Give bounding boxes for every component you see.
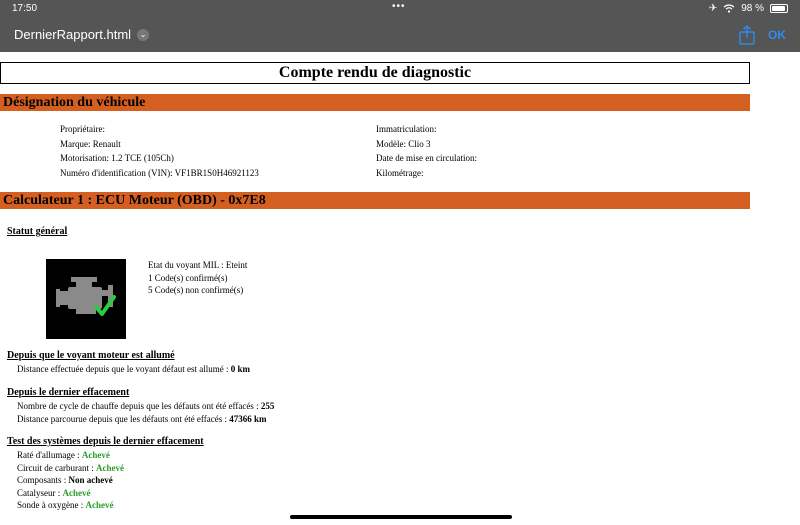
ok-button[interactable]: OK <box>768 28 786 42</box>
battery-icon <box>770 4 788 13</box>
test-label: Catalyseur : <box>17 487 63 498</box>
vehicle-info-right: Immatriculation: Modèle: Clio 3 Date de … <box>376 122 477 180</box>
test-components-row: Composants : Non achevé <box>17 474 124 487</box>
ecu-section-header: Calculateur 1 : ECU Moteur (OBD) - 0x7E8 <box>0 192 750 209</box>
vehicle-section-header: Désignation du véhicule <box>0 94 750 111</box>
unconfirmed-codes: 5 Code(s) non confirmé(s) <box>148 285 244 295</box>
distance-since-clear-label: Distance parcourue depuis que les défaut… <box>17 413 230 424</box>
vehicle-info-left: Propriétaire: Marque: Renault Motorisati… <box>60 122 259 180</box>
test-label: Circuit de carburant : <box>17 462 96 473</box>
test-label: Composants : <box>17 475 69 485</box>
warmup-cycles-label: Nombre de cycle de chauffe depuis que le… <box>17 401 261 411</box>
warmup-cycles-row: Nombre de cycle de chauffe depuis que le… <box>17 400 274 413</box>
vin-field: Numéro d'identification (VIN): VF1BR1S0H… <box>60 167 259 178</box>
test-misfire-row: Raté d'allumage : Achevé <box>17 449 124 462</box>
system-tests-heading: Test des systèmes depuis le dernier effa… <box>7 436 204 447</box>
general-status-heading: Statut général <box>7 226 68 237</box>
battery-percent: 98 % <box>741 3 764 14</box>
system-tests-list: Raté d'allumage : Achevé Circuit de carb… <box>17 449 124 512</box>
engine-field: Motorisation: 1.2 TCE (105Ch) <box>60 153 174 163</box>
engine-check-light-icon <box>46 259 126 339</box>
status-bar: 17:50 ••• ✈ 98 % <box>0 0 800 18</box>
model-field: Modèle: Clio 3 <box>376 138 431 149</box>
document-title-menu[interactable]: DernierRapport.html ⌄ <box>14 27 150 42</box>
since-mil-heading: Depuis que le voyant moteur est allumé <box>7 350 175 361</box>
share-icon[interactable] <box>738 25 756 45</box>
test-catalyst-row: Catalyseur : Achevé <box>17 487 124 500</box>
document-title: DernierRapport.html <box>14 27 132 42</box>
since-clear-heading: Depuis le dernier effacement <box>7 387 130 398</box>
warmup-cycles-value: 255 <box>260 401 275 411</box>
status-time: 17:50 <box>12 3 38 14</box>
first-registration-date-field: Date de mise en circulation: <box>376 153 477 163</box>
report-content[interactable]: Compte rendu de diagnostic Désignation d… <box>0 52 800 525</box>
status-right: ✈ 98 % <box>709 3 788 14</box>
test-label: Sonde à oxygène : <box>17 500 86 510</box>
nav-bar: DernierRapport.html ⌄ OK <box>0 18 800 52</box>
test-status: Achevé <box>85 500 114 510</box>
since-mil-value: 0 km <box>230 364 251 374</box>
distance-since-clear-value: 47366 km <box>229 413 267 424</box>
since-mil-row: Distance effectuée depuis que le voyant … <box>17 363 250 376</box>
test-label: Raté d'allumage : <box>17 450 82 460</box>
mil-state: Etat du voyant MIL : Eteint <box>148 260 248 270</box>
report-title: Compte rendu de diagnostic <box>0 62 750 84</box>
since-clear-rows: Nombre de cycle de chauffe depuis que le… <box>17 400 274 425</box>
multitasking-dots-icon[interactable]: ••• <box>392 1 406 12</box>
test-status: Non achevé <box>68 475 113 485</box>
test-status: Achevé <box>81 450 110 460</box>
test-status: Achevé <box>95 462 124 473</box>
chevron-down-icon: ⌄ <box>137 28 150 41</box>
test-oxygen-sensor-row: Sonde à oxygène : Achevé <box>17 499 124 512</box>
airplane-mode-icon: ✈ <box>708 3 718 14</box>
since-mil-label: Distance effectuée depuis que le voyant … <box>17 364 231 374</box>
test-fuel-system-row: Circuit de carburant : Achevé <box>17 462 124 475</box>
mil-status-block: Etat du voyant MIL : Eteint 1 Code(s) co… <box>148 259 247 297</box>
registration-field: Immatriculation: <box>376 124 437 134</box>
home-indicator[interactable] <box>290 515 512 519</box>
confirmed-codes: 1 Code(s) confirmé(s) <box>148 272 228 283</box>
owner-field: Propriétaire: <box>60 124 105 134</box>
brand-field: Marque: Renault <box>60 138 121 149</box>
wifi-icon <box>723 4 735 13</box>
distance-since-clear-row: Distance parcourue depuis que les défaut… <box>17 413 274 426</box>
mileage-field: Kilométrage: <box>376 167 424 178</box>
test-status: Achevé <box>62 487 91 498</box>
